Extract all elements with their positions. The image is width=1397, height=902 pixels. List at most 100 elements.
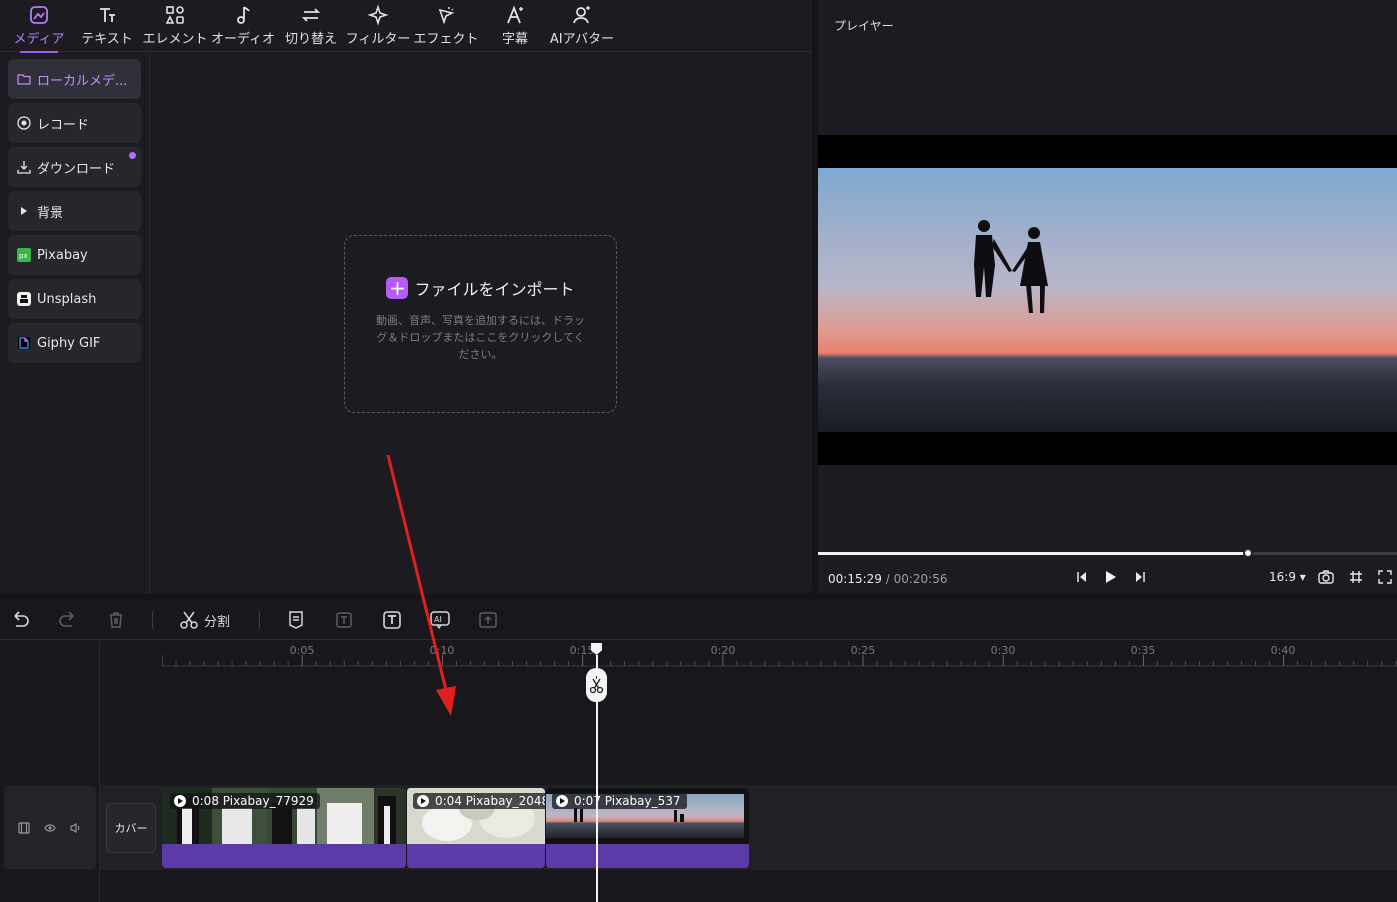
import-description: 動画、音声、写真を追加するには、ドラッグ＆ドロップまたはここをクリックしてくださ…	[376, 314, 585, 361]
volume-icon[interactable]	[70, 822, 82, 834]
record-icon	[17, 116, 31, 130]
sidebar-item-pixabay[interactable]: px Pixabay	[8, 235, 141, 275]
sidebar-item-label: ダウンロード	[37, 161, 116, 177]
video-preview	[818, 135, 1397, 465]
split-button[interactable]: 分割	[179, 608, 230, 632]
tab-effect[interactable]: エフェクト	[413, 4, 479, 50]
tab-audio-label: オーディオ	[210, 32, 276, 47]
play-icon	[174, 795, 186, 807]
player-panel: プレイヤー 00:15:29 / 00:20:56 16:9 ▾	[818, 0, 1397, 594]
tab-element[interactable]: エレメント	[142, 4, 208, 50]
toolbar-divider	[152, 611, 153, 629]
tab-media[interactable]: メディア	[10, 4, 68, 53]
sidebar-item-record[interactable]: レコード	[8, 103, 141, 143]
import-title[interactable]: + ファイルをインポート	[345, 276, 616, 300]
timeline-clip[interactable]: 0:08 Pixabay_77929	[162, 788, 406, 868]
tab-transition[interactable]: 切り替え	[282, 4, 340, 50]
ruler-label: 0:30	[990, 644, 1016, 657]
top-toolbar: メディア テキスト エレメント オーディオ 切り替え フィルター エフェクト 字…	[0, 0, 812, 53]
sidebar-item-download[interactable]: ダウンロード	[8, 147, 141, 187]
time-separator: /	[881, 572, 894, 586]
tab-text-label: テキスト	[81, 32, 133, 47]
grid-icon[interactable]	[1349, 570, 1363, 584]
cover-button[interactable]: カバー	[106, 803, 156, 853]
tab-ai-avatar[interactable]: AIアバター	[548, 4, 616, 50]
tab-text[interactable]: テキスト	[78, 4, 136, 50]
text-box-icon[interactable]	[382, 608, 402, 632]
timeline-toolbar: 分割 AI	[0, 600, 1397, 640]
sidebar-item-background[interactable]: 背景	[8, 191, 141, 231]
clip-label: 0:08 Pixabay_77929	[170, 793, 320, 809]
timeline-clip[interactable]: 0:07 Pixabay_537	[545, 788, 749, 868]
film-icon[interactable]	[18, 821, 30, 834]
sidebar-item-label: Pixabay	[37, 247, 88, 263]
sidebar-item-label: レコード	[37, 117, 90, 133]
media-sidebar: ローカルメデ... レコード ダウンロード 背景 px Pixabay Unsp…	[0, 53, 150, 594]
clip-label-text: 0:04 Pixabay_20480	[435, 794, 545, 808]
camera-icon[interactable]	[1318, 570, 1334, 584]
scissors-icon	[589, 676, 604, 694]
fullscreen-icon[interactable]	[1378, 570, 1392, 584]
tab-audio[interactable]: オーディオ	[210, 4, 276, 50]
element-icon	[165, 6, 184, 24]
plus-icon: +	[386, 277, 409, 299]
prev-frame-icon[interactable]	[1076, 570, 1088, 584]
tab-media-label: メディア	[13, 32, 65, 47]
seek-handle[interactable]	[1242, 548, 1253, 558]
sidebar-item-label: Unsplash	[37, 291, 97, 307]
sidebar-item-unsplash[interactable]: Unsplash	[8, 279, 141, 319]
chevron-down-icon: ▾	[1299, 570, 1306, 584]
text-add-icon[interactable]	[334, 608, 354, 632]
scissors-icon	[180, 611, 198, 629]
notification-dot	[129, 152, 136, 159]
sidebar-item-label: ローカルメデ...	[37, 73, 128, 89]
play-icon[interactable]	[1103, 570, 1117, 584]
text-icon	[100, 8, 115, 22]
tab-ai-avatar-label: AIアバター	[549, 32, 615, 47]
redo-icon[interactable]	[58, 608, 78, 632]
download-icon	[17, 160, 31, 174]
export-icon[interactable]	[478, 608, 498, 632]
giphy-icon	[17, 336, 31, 350]
clip-label-text: 0:08 Pixabay_77929	[192, 794, 314, 808]
sidebar-item-local-media[interactable]: ローカルメデ...	[8, 59, 141, 99]
tab-filter[interactable]: フィルター	[345, 4, 411, 50]
split-label: 分割	[204, 614, 231, 630]
track-controls	[4, 786, 96, 869]
import-dropzone[interactable]: + ファイルをインポート 動画、音声、写真を追加するには、ドラッグ＆ドロップまた…	[344, 235, 617, 413]
play-icon	[417, 795, 429, 807]
tab-subtitle[interactable]: 字幕	[495, 4, 535, 50]
media-panel: メディア テキスト エレメント オーディオ 切り替え フィルター エフェクト 字…	[0, 0, 812, 594]
effect-icon	[438, 7, 455, 25]
current-time: 00:15:29	[828, 572, 882, 586]
split-handle[interactable]	[586, 668, 607, 702]
ruler-ticks	[162, 655, 1397, 667]
toolbar-divider	[259, 611, 260, 629]
ai-avatar-icon	[573, 6, 590, 24]
media-icon	[30, 6, 48, 24]
clip-label: 0:04 Pixabay_20480	[413, 793, 545, 809]
subtitle-icon	[507, 5, 523, 24]
delete-icon[interactable]	[106, 608, 126, 632]
play-icon	[556, 795, 568, 807]
tab-element-label: エレメント	[142, 32, 208, 47]
caption-icon[interactable]	[286, 608, 306, 632]
ruler-label: 0:20	[710, 644, 736, 657]
clip-label: 0:07 Pixabay_537	[552, 793, 687, 809]
eye-icon[interactable]	[44, 822, 56, 834]
tab-subtitle-label: 字幕	[501, 32, 528, 47]
seek-bar[interactable]	[818, 548, 1397, 558]
undo-icon[interactable]	[10, 608, 30, 632]
timeline-clip[interactable]: 0:04 Pixabay_20480	[406, 788, 545, 868]
sidebar-item-label: 背景	[37, 205, 64, 221]
aspect-ratio-dropdown[interactable]: 16:9 ▾	[1269, 570, 1306, 584]
aspect-ratio-label: 16:9	[1269, 570, 1296, 584]
time-ruler[interactable]: 0:05 0:10 0:15 0:20 0:25 0:30 0:35 0:40	[162, 641, 1397, 667]
sidebar-item-giphy[interactable]: Giphy GIF	[8, 323, 141, 363]
time-display: 00:15:29 / 00:20:56	[828, 572, 947, 586]
tab-filter-label: フィルター	[345, 32, 411, 47]
audio-icon	[237, 6, 250, 24]
caret-right-icon	[17, 204, 31, 218]
next-frame-icon[interactable]	[1134, 570, 1146, 584]
ai-caption-icon[interactable]: AI	[430, 608, 450, 632]
